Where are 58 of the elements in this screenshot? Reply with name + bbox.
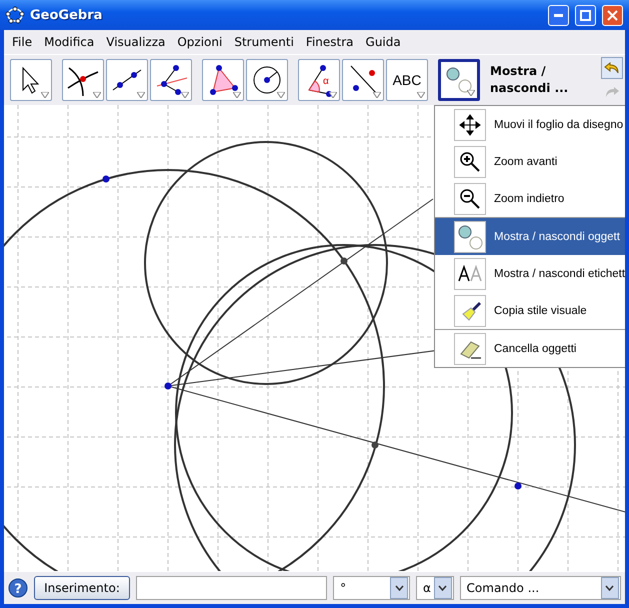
- minimize-icon: [554, 14, 563, 16]
- caret-icon: [438, 585, 448, 591]
- app-logo-icon: [6, 6, 24, 24]
- tool-button[interactable]: [62, 59, 104, 101]
- symbol-dropdown[interactable]: °: [333, 576, 410, 600]
- dropdown-triangle-icon: [373, 92, 381, 98]
- tool-button[interactable]: [202, 59, 244, 101]
- redo-arrow-icon: [604, 85, 620, 99]
- dropdown-triangle-icon: [41, 92, 49, 98]
- menu-item-label: Mostra / nascondi etichett: [494, 268, 625, 280]
- menu-item[interactable]: Mostra / nascondi oggett: [435, 217, 625, 255]
- dropdown-triangle-icon: [417, 92, 425, 98]
- menu-item[interactable]: File: [6, 35, 38, 49]
- menu-item[interactable]: Opzioni: [171, 35, 228, 49]
- caret-icon: [394, 585, 404, 591]
- menu-item-label: Mostra / nascondi oggett: [494, 230, 620, 242]
- greek-letter-dropdown[interactable]: α: [416, 576, 454, 600]
- tool-button[interactable]: [10, 59, 52, 101]
- tool-button[interactable]: [150, 59, 192, 101]
- menu-item[interactable]: Visualizza: [100, 35, 172, 49]
- maximize-icon: [580, 10, 591, 20]
- menu-item-label: Muovi il foglio da disegno: [494, 118, 624, 130]
- show-hide-icon: [457, 224, 483, 250]
- command-dropdown[interactable]: Comando ...: [460, 576, 621, 600]
- menu-item[interactable]: Guida: [360, 35, 407, 49]
- move-arrows-icon: [457, 112, 483, 138]
- caret-icon: [605, 585, 614, 591]
- menu-item[interactable]: Strumenti: [228, 35, 300, 49]
- help-button[interactable]: ?: [8, 578, 28, 598]
- minimize-button[interactable]: [548, 4, 569, 26]
- input-button[interactable]: Inserimento:: [34, 576, 130, 600]
- dropdown-triangle-icon: [137, 92, 145, 98]
- close-button[interactable]: [602, 4, 623, 26]
- tool-button[interactable]: [246, 59, 288, 101]
- window-title: GeoGebra: [30, 8, 104, 22]
- menu-item[interactable]: Modifica: [38, 35, 100, 49]
- dropdown-triangle-icon: [93, 92, 101, 98]
- dropdown-triangle-icon: [181, 92, 189, 98]
- dropdown-triangle-icon: [329, 92, 337, 98]
- tool-button[interactable]: [342, 59, 384, 101]
- tool-button[interactable]: [106, 59, 148, 101]
- undo-arrow-icon: [604, 61, 620, 75]
- menu-item-label: Copia stile visuale: [494, 304, 587, 316]
- tool-button[interactable]: [438, 59, 480, 101]
- menu-item[interactable]: Finestra: [300, 35, 360, 49]
- menu-item-label: Zoom indietro: [494, 192, 564, 204]
- close-icon: [607, 10, 618, 20]
- dropdown-triangle-icon: [233, 92, 241, 98]
- menu-item[interactable]: Cancella oggetti: [435, 329, 625, 367]
- tool-button[interactable]: ABC: [386, 59, 428, 101]
- input-field[interactable]: [136, 576, 328, 600]
- menu-item-label: Cancella oggetti: [494, 342, 576, 354]
- dropdown-triangle-icon: [467, 90, 475, 96]
- undo-button[interactable]: [601, 57, 623, 79]
- maximize-button[interactable]: [575, 4, 596, 26]
- menu-item-label: Zoom avanti: [494, 156, 558, 168]
- tool-name: Mostra / nascondi ...: [490, 63, 570, 97]
- dropdown-triangle-icon: [277, 92, 285, 98]
